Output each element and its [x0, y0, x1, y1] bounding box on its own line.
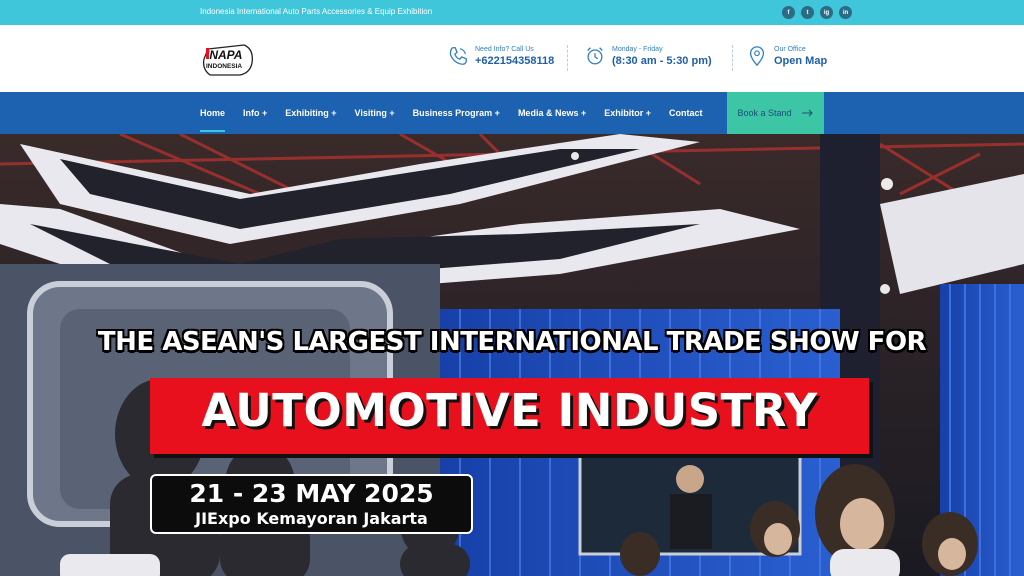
nav-info[interactable]: Info +	[243, 92, 267, 134]
twitter-icon[interactable]: t	[801, 6, 814, 19]
hero-headline-line2: AUTOMOTIVE INDUSTRY	[201, 384, 818, 437]
main-nav: Home Info + Exhibiting + Visiting + Busi…	[0, 92, 1024, 134]
linkedin-icon[interactable]: in	[839, 6, 852, 19]
top-bar: Indonesia International Auto Parts Acces…	[0, 0, 1024, 25]
event-date: 21 - 23 MAY 2025	[189, 479, 434, 508]
svg-text:INAPA: INAPA	[206, 48, 242, 62]
facebook-icon[interactable]: f	[782, 6, 795, 19]
instagram-icon[interactable]: ig	[820, 6, 833, 19]
hours-label: Monday - Friday	[612, 45, 663, 53]
arrow-right-icon	[801, 109, 813, 117]
nav-exhibiting[interactable]: Exhibiting +	[285, 92, 336, 134]
nav-business-program[interactable]: Business Program +	[413, 92, 500, 134]
site-header: INAPA INDONESIA Need Info? Call Us +6221…	[0, 25, 1024, 92]
social-links: f t ig in	[782, 6, 852, 19]
hero-banner: THE ASEAN'S LARGEST INTERNATIONAL TRADE …	[0, 134, 1024, 576]
divider	[567, 45, 568, 71]
hours-info: Monday - Friday (8:30 am - 5:30 pm)	[584, 45, 712, 67]
open-map-link[interactable]: Open Map	[774, 55, 827, 67]
book-a-stand-label: Book a Stand	[737, 108, 792, 118]
nav-contact[interactable]: Contact	[669, 92, 703, 134]
hero-headline-line1: THE ASEAN'S LARGEST INTERNATIONAL TRADE …	[97, 327, 927, 357]
divider	[732, 45, 733, 71]
office-info[interactable]: Our Office Open Map	[746, 45, 827, 67]
event-venue: JIExpo Kemayoran Jakarta	[195, 509, 428, 528]
nav-exhibitor[interactable]: Exhibitor +	[604, 92, 651, 134]
phone-number[interactable]: +622154358118	[475, 55, 554, 67]
tagline: Indonesia International Auto Parts Acces…	[200, 7, 433, 16]
nav-visiting[interactable]: Visiting +	[355, 92, 395, 134]
call-label: Need Info? Call Us	[475, 45, 534, 53]
inapa-logo[interactable]: INAPA INDONESIA	[200, 39, 254, 79]
book-a-stand-button[interactable]: Book a Stand	[727, 92, 824, 134]
office-label: Our Office	[774, 45, 806, 53]
alarm-clock-icon	[587, 47, 603, 65]
nav-media-news[interactable]: Media & News +	[518, 92, 586, 134]
hours-value: (8:30 am - 5:30 pm)	[612, 54, 712, 67]
nav-home[interactable]: Home	[200, 92, 226, 134]
map-pin-icon	[749, 46, 765, 67]
svg-text:INDONESIA: INDONESIA	[206, 63, 242, 70]
call-info[interactable]: Need Info? Call Us +622154358118	[447, 45, 554, 67]
event-date-box: 21 - 23 MAY 2025 JIExpo Kemayoran Jakart…	[150, 474, 473, 534]
phone-icon	[449, 47, 467, 65]
